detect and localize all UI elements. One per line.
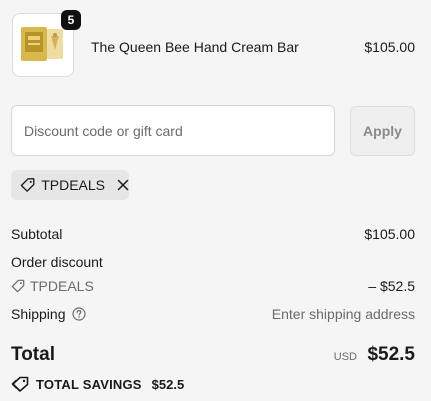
tag-icon xyxy=(11,279,25,293)
product-image xyxy=(21,27,63,61)
discount-value: – $52.5 xyxy=(368,278,415,294)
total-savings-label: TOTAL SAVINGS xyxy=(36,376,142,392)
subtotal-value: $105.00 xyxy=(364,226,415,242)
product-price: $105.00 xyxy=(364,39,415,55)
discount-code-input[interactable] xyxy=(11,105,335,156)
savings-tag-icon xyxy=(11,376,29,392)
total-label: Total xyxy=(11,344,55,365)
order-discount-label: Order discount xyxy=(11,254,103,270)
total-savings: TOTAL SAVINGS $52.5 xyxy=(11,376,184,392)
tag-icon xyxy=(20,178,35,192)
help-circle-icon[interactable] xyxy=(71,307,86,321)
total-value: $52.5 xyxy=(367,344,415,365)
product-name: The Queen Bee Hand Cream Bar xyxy=(91,39,299,55)
discount-code-label: TPDEALS xyxy=(30,278,94,294)
close-icon xyxy=(117,179,129,191)
apply-button[interactable]: Apply xyxy=(350,106,415,156)
shipping-value: Enter shipping address xyxy=(271,306,415,322)
applied-discount-code: TPDEALS xyxy=(41,177,105,193)
currency-code: USD xyxy=(333,351,357,363)
discount-code-line: TPDEALS xyxy=(11,278,94,294)
total-savings-value: $52.5 xyxy=(151,376,185,392)
shipping-line: Shipping xyxy=(11,306,86,322)
applied-discount-chip: TPDEALS xyxy=(11,170,129,200)
quantity-badge: 5 xyxy=(61,10,81,30)
remove-discount-button[interactable] xyxy=(117,179,129,191)
shipping-label: Shipping xyxy=(11,306,66,322)
subtotal-label: Subtotal xyxy=(11,226,63,242)
